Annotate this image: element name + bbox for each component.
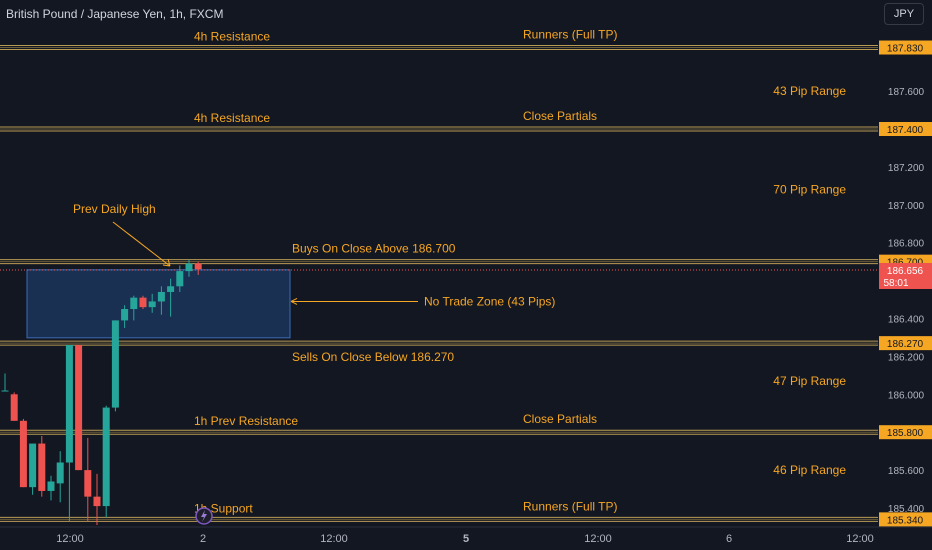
candle-body [75, 345, 83, 471]
current-price-value: 186.656 [887, 266, 924, 277]
candle-body [157, 291, 165, 302]
time-axis-tick-label: 6 [726, 533, 732, 545]
level-right-label: Close Partials [523, 109, 597, 123]
sells-on-close-label: Sells On Close Below 186.270 [292, 350, 454, 364]
price-axis-tick-label: 186.800 [888, 239, 925, 250]
level-price-badge-text: 186.270 [887, 339, 924, 350]
level-right-label: Close Partials [523, 412, 597, 426]
price-axis-tick-label: 185.600 [888, 466, 925, 477]
current-price-countdown: 58:01 [883, 278, 908, 289]
prev-daily-high-label: Prev Daily High [73, 202, 156, 216]
time-axis-tick-label: 12:00 [320, 533, 348, 545]
level-right-label: Runners (Full TP) [523, 499, 617, 513]
time-axis-tick-label: 5 [463, 533, 469, 545]
candle-body [176, 271, 184, 287]
candle-body [102, 407, 110, 507]
candle-body [167, 286, 175, 292]
buys-on-close-label: Buys On Close Above 186.700 [292, 242, 456, 256]
candle-body [65, 345, 73, 463]
pip-range-label: 43 Pip Range [773, 84, 846, 98]
no-trade-zone-box [26, 269, 291, 339]
candle-body [121, 309, 129, 321]
pip-range-label: 47 Pip Range [773, 374, 846, 388]
level-left-label: 4h Resistance [194, 30, 270, 44]
candle-body [38, 443, 46, 491]
candle-body [111, 320, 119, 408]
level-price-badge-text: 187.400 [887, 125, 924, 136]
candle-body [1, 390, 9, 392]
level-left-label: 1h Prev Resistance [194, 414, 298, 428]
candle-body [10, 394, 18, 421]
candle-body [47, 481, 55, 491]
candle-body [93, 496, 101, 507]
candle-body [148, 301, 156, 308]
candle-body [130, 297, 138, 310]
candle-body [29, 443, 37, 488]
level-price-badge-text: 185.340 [887, 515, 924, 526]
candle-body [84, 470, 92, 497]
currency-button[interactable]: JPY [884, 3, 924, 25]
candle-body [19, 420, 27, 488]
no-trade-zone-label: No Trade Zone (43 Pips) [424, 294, 555, 308]
price-axis-tick-label: 186.000 [888, 390, 925, 401]
level-price-badge-text: 185.800 [887, 428, 924, 439]
price-axis-tick-label: 187.600 [888, 87, 925, 98]
lightning-icon [195, 507, 213, 525]
level-left-label: 4h Resistance [194, 111, 270, 125]
level-price-badge-text: 187.830 [887, 44, 924, 55]
candle-body [194, 263, 202, 270]
pip-range-label: 46 Pip Range [773, 463, 846, 477]
time-axis-tick-label: 12:00 [846, 533, 874, 545]
level-right-label: Runners (Full TP) [523, 28, 617, 42]
price-axis-tick-label: 186.400 [888, 315, 925, 326]
candle-body [185, 263, 193, 272]
candle-body [139, 297, 147, 308]
candle-body [56, 462, 64, 484]
candlestick-chart[interactable]: 187.830 4h Resistance Runners (Full TP) 187… [0, 0, 932, 550]
price-axis-tick-label: 185.400 [888, 504, 925, 515]
time-axis-tick-label: 2 [200, 533, 206, 545]
price-axis-tick-label: 186.200 [888, 352, 925, 363]
symbol-title: British Pound / Japanese Yen, 1h, FXCM [6, 7, 224, 21]
price-axis-tick-label: 187.000 [888, 201, 925, 212]
pip-range-label: 70 Pip Range [773, 183, 846, 197]
price-axis-tick-label: 187.200 [888, 163, 925, 174]
time-axis-tick-label: 12:00 [56, 533, 84, 545]
time-axis-tick-label: 12:00 [584, 533, 612, 545]
